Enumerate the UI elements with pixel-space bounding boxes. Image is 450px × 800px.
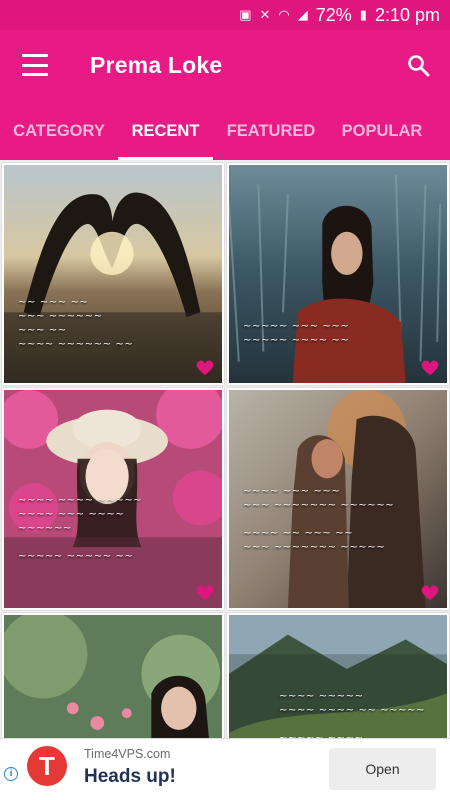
woman-field-photo (229, 165, 447, 383)
notification-icon: ▣ (239, 7, 252, 22)
poem-text-lines: ~~~~ ~~~~ ~~~~~ ~~~~ ~~~ ~~~~ ~~~~~~ ~~~~~ … (18, 495, 143, 562)
image-card[interactable]: ~~~~~ ~~~ ~~~ ~~~~~ ~~~~ ~~ (227, 163, 449, 385)
poem-text-lines: ~~~~ ~~~~~~~~~ ~~~~ ~~ ~~~~~~~~~~ ~~~~ (279, 691, 426, 738)
search-icon[interactable] (406, 52, 430, 78)
image-card[interactable]: ~~~~ ~~~~~~~~~ ~~~~ ~~ ~~~~~~~~~~ ~~~~ (227, 613, 449, 738)
mute-icon: ✕ (259, 7, 271, 22)
image-card[interactable]: ~~~~ ~~~~ ~~~~~ ~~~~ ~~~ ~~~~ ~~~~~~ ~~~~~ … (2, 388, 224, 610)
tab-popular[interactable]: POPULAR (329, 102, 435, 160)
app-bar: Prema Loke (0, 30, 450, 102)
tab-bar: CATEGORY RECENT FEATURED POPULAR (0, 102, 450, 160)
image-card[interactable]: ~~~~ ~~~ ~~~ ~~~ ~~~~~~~ ~~~~~~ ~~~~ ~~ ~~… (227, 388, 449, 610)
image-card[interactable]: ~~ ~~~ ~~ ~~~ ~~~~~~ ~~~ ~~ ~~~~ ~~~~~~ ~~ (2, 163, 224, 385)
poem-text-lines: ~~~~~ ~~~ ~~~ ~~~~~ ~~~~ ~~ (243, 321, 350, 346)
battery-icon: ▮ (359, 7, 367, 22)
tab-category[interactable]: CATEGORY (0, 102, 118, 160)
app-title: Prema Loke (90, 52, 223, 78)
ad-info-icon[interactable]: i (4, 767, 18, 781)
tab-featured[interactable]: FEATURED (213, 102, 329, 160)
ad-logo-icon: T (27, 746, 67, 786)
woman-flowers-photo (4, 615, 222, 738)
poem-text-lines: ~~ ~~~ ~~ ~~~ ~~~~~~ ~~~ ~~ ~~~~ ~~~~~~ ~~ (18, 297, 134, 350)
battery-level: 72% (315, 4, 352, 25)
signal-icon: ◢ (297, 7, 308, 22)
image-card[interactable] (2, 613, 224, 738)
ad-banner[interactable]: i T Time4VPS.com Heads up! Open (0, 738, 450, 800)
ad-headline: Heads up! (84, 766, 176, 787)
app-logo-mark (196, 585, 214, 600)
app-logo-mark (196, 360, 214, 375)
clock: 2:10 pm (374, 4, 440, 25)
poem-text-lines: ~~~~ ~~~ ~~~ ~~~ ~~~~~~~ ~~~~~~ ~~~~ ~~ ~~… (243, 486, 395, 553)
ad-open-button[interactable]: Open (329, 748, 436, 790)
app-logo-mark (421, 360, 439, 375)
ad-sponsor: Time4VPS.com (84, 747, 171, 761)
wifi-icon: ◠ (278, 7, 290, 22)
app-logo-mark (421, 585, 439, 600)
image-grid: ~~ ~~~ ~~ ~~~ ~~~~~~ ~~~ ~~ ~~~~ ~~~~~~ ~~ … (0, 160, 450, 738)
tab-recent[interactable]: RECENT (118, 102, 213, 160)
status-bar: ▣ ✕ ◠ ◢ 72% ▮ 2:10 pm (0, 0, 450, 30)
menu-icon[interactable] (22, 54, 48, 76)
